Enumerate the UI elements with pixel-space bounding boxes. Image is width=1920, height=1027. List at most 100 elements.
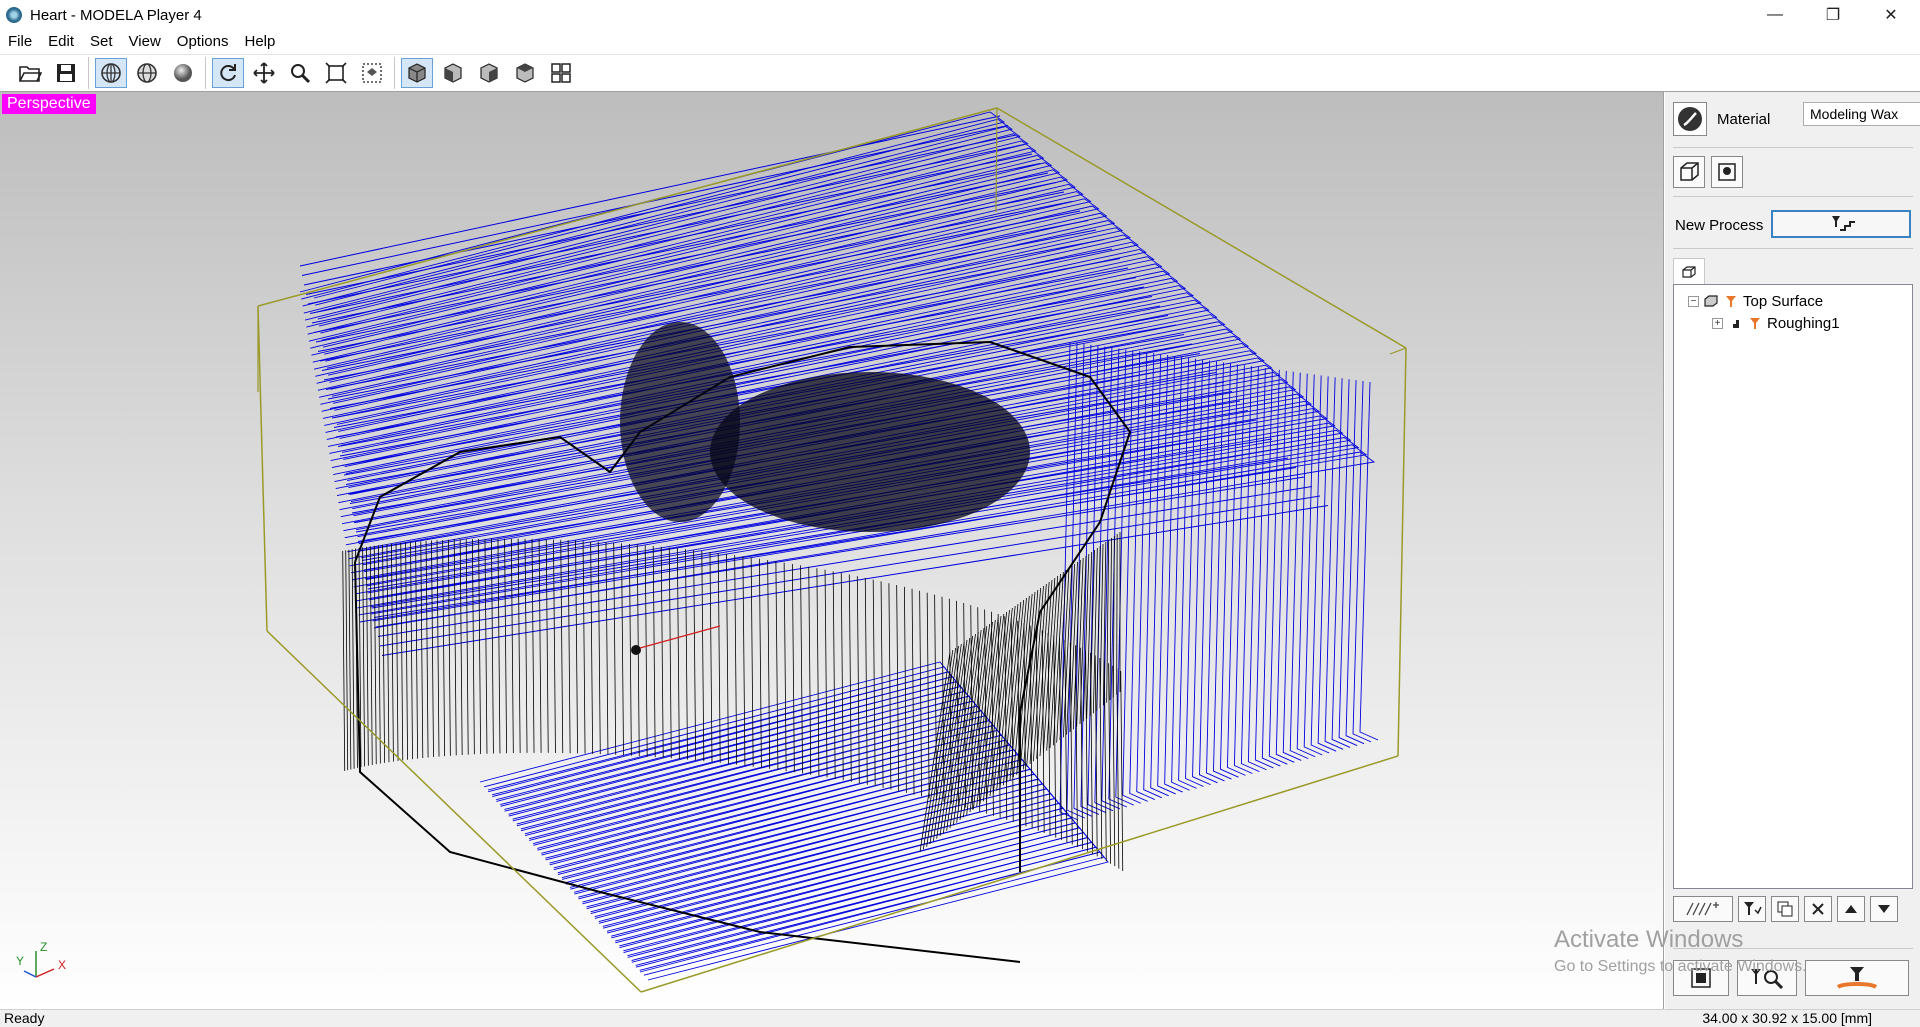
restore-button[interactable]: ❐ <box>1804 0 1862 30</box>
status-bar: Ready 34.00 x 30.92 x 15.00 [mm] <box>0 1009 1920 1027</box>
rotate-icon[interactable] <box>212 58 244 88</box>
save-icon[interactable] <box>50 58 82 88</box>
view-side-icon[interactable] <box>473 58 505 88</box>
new-process-label: New Process <box>1675 217 1764 234</box>
new-process-button[interactable] <box>1771 210 1911 238</box>
bbox-edge <box>1389 347 1407 355</box>
mesh-edge <box>382 544 385 763</box>
mesh-edge <box>391 543 394 762</box>
collapse-icon[interactable]: − <box>1688 295 1699 307</box>
tree-item-label: Roughing1 <box>1767 314 1840 332</box>
model-core-shading <box>620 322 740 522</box>
tree-item-roughing1[interactable]: + Roughing1 <box>1712 313 1840 333</box>
tab-process-tree[interactable] <box>1673 258 1705 284</box>
minimize-button[interactable]: — <box>1746 0 1804 30</box>
mesh-edge <box>362 547 366 767</box>
divider <box>1673 147 1913 148</box>
view-perspective-icon[interactable] <box>401 58 433 88</box>
fit-icon[interactable] <box>320 58 352 88</box>
model-size-icon[interactable] <box>1673 156 1705 188</box>
mesh-edge <box>693 550 697 761</box>
menu-file[interactable]: File <box>0 30 40 54</box>
view-multi-icon[interactable] <box>545 58 577 88</box>
mesh-edge <box>373 545 377 765</box>
menu-edit[interactable]: Edit <box>40 30 82 54</box>
mesh-edge <box>1120 671 1124 872</box>
material-select[interactable]: Modeling Wax ∨ <box>1803 102 1920 126</box>
mesh-edge <box>824 569 828 778</box>
toolpath-line <box>299 111 1006 299</box>
perspective-label: Perspective <box>2 94 96 114</box>
perspective-viewport[interactable]: Perspective Z X Y <box>0 92 1664 1009</box>
hidden-line-icon[interactable] <box>131 58 163 88</box>
toolpath-scene <box>257 107 1407 993</box>
mesh-edge <box>453 539 457 756</box>
view-top-icon[interactable] <box>509 58 541 88</box>
move-down-button[interactable] <box>1870 896 1898 922</box>
material-icon[interactable] <box>1673 102 1707 136</box>
shaded-icon[interactable] <box>167 58 199 88</box>
bbox-edge <box>257 305 268 632</box>
cut-button[interactable] <box>1805 960 1909 996</box>
render-mode-tools <box>89 57 206 89</box>
tool-edit-button[interactable] <box>1738 896 1766 922</box>
pan-icon[interactable] <box>248 58 280 88</box>
window-controls: — ❐ ✕ <box>1746 0 1920 30</box>
arrow-down-icon <box>1878 905 1890 913</box>
mesh-edge <box>660 546 664 758</box>
open-icon[interactable] <box>14 58 46 88</box>
path-settings-button[interactable] <box>1673 896 1733 922</box>
mesh-edge <box>436 540 440 757</box>
bbox-edge <box>257 107 998 307</box>
mesh-edge <box>856 576 860 784</box>
preview-cutting-button[interactable] <box>1737 960 1797 996</box>
axis-x-label: X <box>58 958 66 972</box>
delete-button[interactable] <box>1804 896 1832 922</box>
mesh-edge <box>386 544 390 763</box>
axis-z-label: Z <box>40 941 47 954</box>
axis-indicator: Z X Y <box>16 941 66 978</box>
mesh-edge <box>613 542 617 755</box>
window-title: Heart - MODELA Player 4 <box>30 6 202 24</box>
material-value: Modeling Wax <box>1810 106 1899 122</box>
expand-icon[interactable]: + <box>1712 317 1723 329</box>
zoom-window-icon[interactable] <box>356 58 388 88</box>
close-button[interactable]: ✕ <box>1862 0 1920 30</box>
copy-button[interactable] <box>1771 896 1799 922</box>
copy-icon <box>1777 901 1793 917</box>
mesh-edge <box>621 543 624 756</box>
view-front-icon[interactable] <box>437 58 469 88</box>
mesh-edge <box>517 538 521 753</box>
move-up-button[interactable] <box>1837 896 1865 922</box>
mesh-edge <box>1069 642 1073 845</box>
divider <box>1673 196 1913 197</box>
menu-view[interactable]: View <box>121 30 169 54</box>
mesh-edge <box>465 539 469 755</box>
mesh-edge <box>504 538 508 754</box>
mesh-edge <box>726 554 729 764</box>
divider <box>1673 948 1913 949</box>
model-core-shading <box>710 372 1030 532</box>
navigation-tools <box>206 57 395 89</box>
view-tools <box>395 57 583 89</box>
mesh-edge <box>342 551 346 772</box>
mesh-edge <box>872 579 876 787</box>
mesh-edge <box>767 559 771 769</box>
origin-marker <box>631 645 641 655</box>
mesh-edge <box>538 539 542 753</box>
stop-button[interactable] <box>1673 960 1729 996</box>
mesh-edge <box>652 545 656 758</box>
menu-help[interactable]: Help <box>237 30 284 54</box>
wireframe-icon[interactable] <box>95 58 127 88</box>
menu-set[interactable]: Set <box>82 30 121 54</box>
app-icon <box>6 7 22 23</box>
cut-icon <box>1836 967 1878 989</box>
mesh-edge <box>400 542 404 761</box>
model-origin-icon[interactable] <box>1711 156 1743 188</box>
mesh-edge <box>840 572 844 781</box>
mesh-edge <box>567 540 571 754</box>
zoom-icon[interactable] <box>284 58 316 88</box>
tree-item-top-surface[interactable]: − Top Surface <box>1688 291 1823 311</box>
mesh-edge <box>783 562 787 772</box>
menu-options[interactable]: Options <box>169 30 237 54</box>
